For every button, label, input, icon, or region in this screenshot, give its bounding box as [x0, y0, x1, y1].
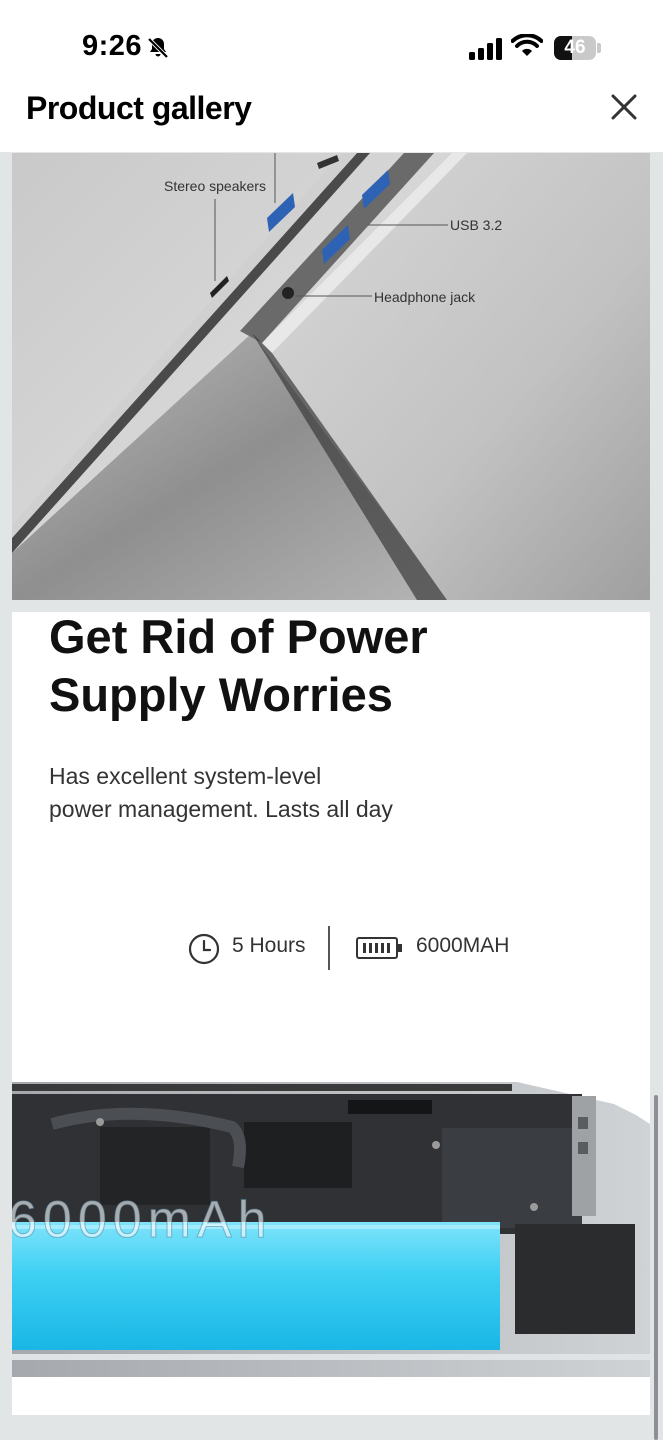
stat-divider	[328, 926, 330, 970]
status-bar: 9:26 46	[0, 0, 663, 90]
page-title: Product gallery	[26, 90, 252, 126]
status-time: 9:26	[82, 30, 143, 62]
promo-headline-line1: Get Rid of Power	[49, 612, 428, 663]
callout-headphone-jack: Headphone jack	[374, 289, 476, 305]
bell-muted-icon	[147, 37, 169, 59]
scrollbar[interactable]	[654, 1095, 658, 1440]
gallery-scroll-area[interactable]: Stereo speakers USB 3.2 Headphone jack G…	[0, 153, 663, 1440]
promo-description: Has excellent system-level power managem…	[49, 760, 393, 826]
close-icon[interactable]	[604, 89, 644, 129]
promo-headline: Get Rid of Power Supply Worries	[49, 612, 428, 724]
battery-icon: 46	[554, 36, 596, 60]
promo-description-line2: power management. Lasts all day	[49, 796, 393, 822]
clock-icon	[188, 933, 220, 965]
cellular-signal-icon	[469, 38, 502, 60]
battery-capacity-label: 6000mAh	[12, 1191, 273, 1250]
battery-capacity-icon	[356, 937, 402, 959]
battery-tip	[597, 43, 601, 53]
battery-stats: 5 Hours 6000MAH	[12, 924, 650, 974]
promo-description-line1: Has excellent system-level	[49, 763, 322, 789]
callout-usb: USB 3.2	[450, 217, 503, 233]
gallery-header: Product gallery	[0, 90, 663, 153]
callout-stereo-speakers: Stereo speakers	[164, 178, 266, 194]
wifi-icon	[511, 34, 543, 56]
laptop-ports-illustration	[12, 153, 650, 600]
gallery-image-battery[interactable]: Get Rid of Power Supply Worries Has exce…	[12, 612, 650, 1415]
battery-level: 46	[564, 37, 586, 58]
stat-hours: 5 Hours	[232, 934, 306, 957]
promo-headline-line2: Supply Worries	[49, 668, 393, 721]
stat-capacity: 6000MAH	[416, 934, 510, 957]
gallery-image-ports[interactable]: Stereo speakers USB 3.2 Headphone jack	[12, 153, 650, 600]
